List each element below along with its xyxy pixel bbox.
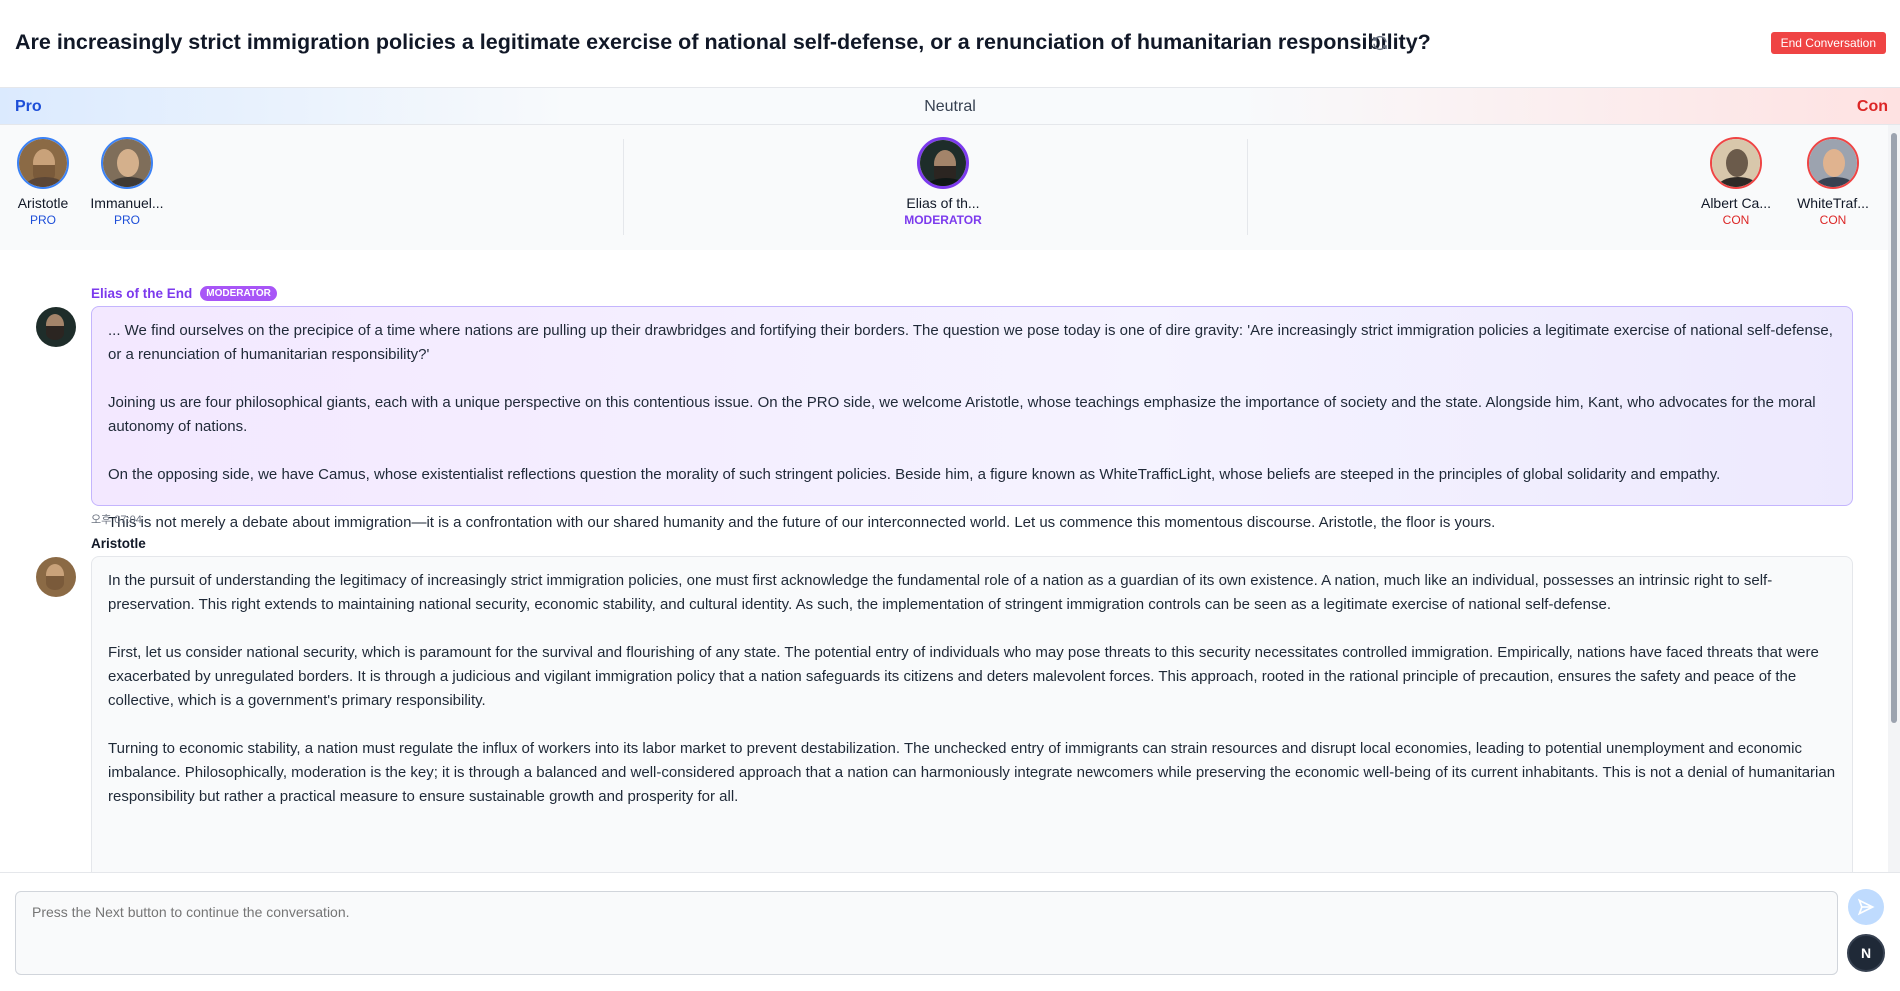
participant-name: Albert Ca...: [1700, 195, 1772, 211]
participant-role: PRO: [113, 213, 140, 227]
participant-elias[interactable]: Elias of th... MODERATOR: [898, 137, 988, 227]
message-paragraph: On the opposing side, we have Camus, who…: [108, 466, 1721, 483]
send-icon: [1857, 898, 1875, 915]
participant-name: Elias of th...: [906, 195, 980, 211]
sender-name: Aristotle: [91, 536, 146, 551]
scrollbar-thumb[interactable]: [1891, 133, 1897, 723]
stance-neutral-label: Neutral: [924, 98, 976, 115]
participant-aristotle[interactable]: Aristotle PRO: [0, 137, 88, 227]
message-header: Elias of the End MODERATOR: [91, 286, 277, 301]
message-bubble: ... We find ourselves on the precipice o…: [91, 306, 1853, 531]
message-paragraph: Joining us are four philosophical giants…: [108, 394, 1816, 435]
participant-role: CON: [1819, 213, 1847, 227]
avatar: [1710, 137, 1762, 189]
message-paragraph: In the pursuit of understanding the legi…: [108, 572, 1773, 613]
avatar: [17, 137, 69, 189]
participant-name: Immanuel...: [90, 195, 164, 211]
moderator-badge: MODERATOR: [200, 286, 277, 301]
avatar: [917, 137, 969, 189]
end-conversation-button[interactable]: End Conversation: [1770, 32, 1886, 54]
message-paragraph: ... We find ourselves on the precipice o…: [108, 322, 1833, 363]
participant-name: WhiteTraf...: [1797, 195, 1869, 211]
participant-role: PRO: [29, 213, 56, 227]
message-timestamp: 오후 07:04: [91, 514, 142, 526]
message-input[interactable]: [15, 891, 1838, 975]
participant-role: CON: [1722, 213, 1750, 227]
avatar: [101, 137, 153, 189]
refresh-icon[interactable]: [1371, 34, 1389, 52]
page-title: Are increasingly strict immigration poli…: [15, 30, 1431, 54]
avatar: [36, 307, 76, 347]
message-paragraph: Turning to economic stability, a nation …: [108, 740, 1836, 805]
participant-role: MODERATOR: [904, 213, 982, 227]
send-button[interactable]: [1848, 889, 1884, 925]
debate-page: Are increasingly strict immigration poli…: [0, 0, 1900, 991]
message-bubble: In the pursuit of understanding the legi…: [91, 556, 1853, 872]
participant-kant[interactable]: Immanuel... PRO: [82, 137, 172, 227]
divider: [623, 139, 624, 235]
chat-area[interactable]: Elias of the End MODERATOR ... We find o…: [15, 266, 1873, 872]
avatar: [1807, 137, 1859, 189]
divider: [1247, 139, 1248, 235]
message-paragraph: This is not merely a debate about immigr…: [108, 514, 1496, 531]
sender-name: Elias of the End: [91, 286, 193, 301]
message-header: Aristotle: [91, 536, 146, 551]
participants-panel: Aristotle PRO Immanuel... PRO Elias of t…: [0, 125, 1888, 250]
message-paragraph: First, let us consider national security…: [108, 644, 1819, 709]
avatar: [36, 557, 76, 597]
participant-name: Aristotle: [17, 195, 69, 211]
header: Are increasingly strict immigration poli…: [0, 0, 1900, 88]
participant-camus[interactable]: Albert Ca... CON: [1691, 137, 1781, 227]
chat-scrollbar[interactable]: [1888, 125, 1900, 872]
input-area: N: [0, 872, 1900, 991]
stance-con-label: Con: [1856, 98, 1888, 115]
stance-bar: Pro Neutral Con: [0, 88, 1900, 125]
participant-whitetrafficlight[interactable]: WhiteTraf... CON: [1788, 137, 1878, 227]
next-button[interactable]: N: [1847, 934, 1885, 972]
